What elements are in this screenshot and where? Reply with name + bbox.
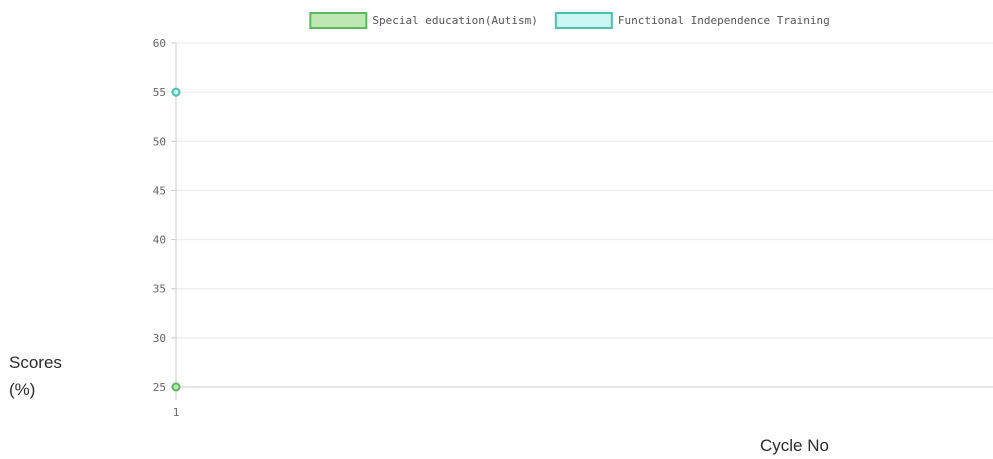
y-tick-label: 35 [153,283,166,296]
legend-label: Functional Independence Training [618,14,830,27]
y-tick-label: 55 [153,86,166,99]
data-point[interactable] [171,87,181,97]
gridlines [176,42,993,388]
y-tick-label: 50 [153,135,166,148]
x-tick-label: 1 [173,406,180,419]
y-tick-label: 40 [153,234,166,247]
line-chart: 25 30 35 40 45 50 55 60 1 Special education(Aut… [153,12,993,419]
legend-swatch [309,12,368,29]
x-axis-label: Cycle No [760,436,829,455]
legend-swatch [554,12,613,29]
legend-label: Special education(Autism) [372,14,538,27]
data-point[interactable] [171,382,181,392]
y-tick-label: 45 [153,184,166,197]
legend-item[interactable]: Special education(Autism) [309,12,538,29]
x-axis-ticks: 1 [173,387,180,419]
y-tick-label: 60 [153,37,166,50]
legend-item[interactable]: Functional Independence Training [554,12,830,29]
legend[interactable]: Special education(Autism) Functional Inde… [309,12,830,29]
y-tick-label: 25 [153,381,166,394]
y-tick-label: 30 [153,332,166,345]
y-axis-label: Scores (%) [9,353,62,399]
